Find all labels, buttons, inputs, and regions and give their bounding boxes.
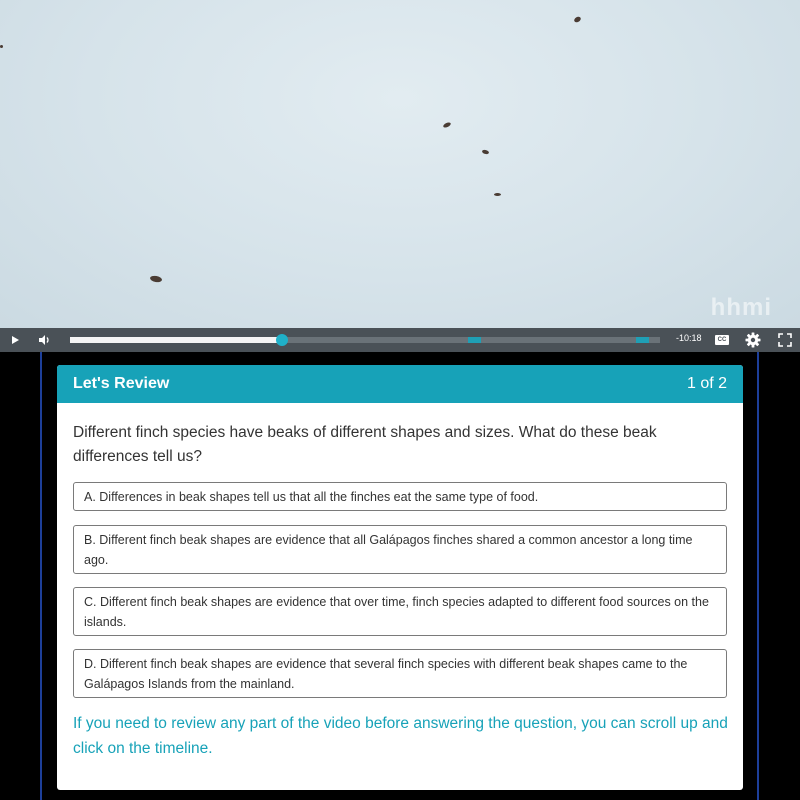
video-timeline[interactable] [70, 334, 660, 346]
answer-option-c[interactable]: C. Different finch beak shapes are evide… [73, 587, 727, 636]
answer-option-a[interactable]: A. Differences in beak shapes tell us th… [73, 482, 727, 511]
fullscreen-icon [778, 333, 792, 347]
review-header: Let's Review 1 of 2 [57, 365, 743, 403]
answer-option-b[interactable]: B. Different finch beak shapes are evide… [73, 525, 727, 574]
bird [573, 15, 582, 24]
frame-border-right [757, 352, 759, 800]
time-remaining: -10:18 [676, 333, 702, 343]
answer-option-d[interactable]: D. Different finch beak shapes are evide… [73, 649, 727, 698]
volume-icon [39, 335, 49, 345]
volume-button[interactable] [30, 328, 60, 352]
question-text: Different finch species have beaks of di… [73, 424, 657, 465]
closed-captions-button[interactable]: CC [715, 335, 729, 345]
fullscreen-button[interactable] [777, 332, 793, 353]
bird [0, 45, 3, 48]
bird [442, 121, 452, 129]
video-player: hhmi -10:18 CC Let's Review 1 of 2 Diffe… [0, 0, 800, 800]
gear-icon [745, 332, 761, 348]
question-counter: 1 of 2 [686, 375, 727, 392]
play-button[interactable] [0, 328, 30, 352]
frame-border-left [40, 352, 42, 800]
timeline-played [70, 337, 283, 343]
video-control-bar: -10:18 CC [0, 328, 800, 352]
timeline-chapter-marker[interactable] [636, 337, 649, 343]
video-frame[interactable]: hhmi [0, 0, 800, 328]
bird [149, 275, 163, 283]
review-title: Let's Review [73, 375, 170, 392]
bird [494, 193, 501, 196]
timeline-chapter-marker[interactable] [468, 337, 481, 343]
settings-button[interactable] [744, 331, 762, 354]
review-card: Let's Review 1 of 2 Different finch spec… [57, 365, 743, 790]
timeline-scrubber[interactable] [276, 334, 289, 346]
play-icon [12, 336, 19, 344]
hhmi-watermark: hhmi [710, 294, 772, 321]
bird [481, 149, 490, 155]
review-hint: If you need to review any part of the vi… [73, 715, 728, 757]
